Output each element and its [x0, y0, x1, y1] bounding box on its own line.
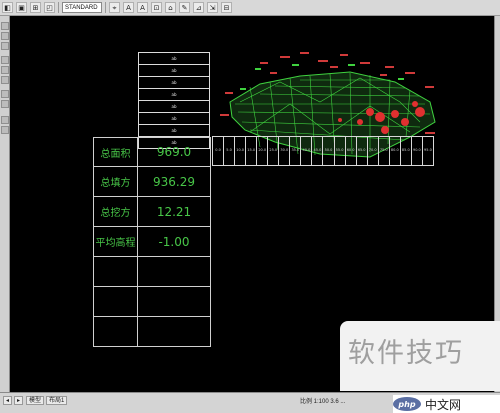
php-logo-icon: php — [393, 397, 421, 411]
station-cell: 10.0 — [235, 136, 247, 166]
dimension-icon[interactable]: ⊿ — [193, 2, 204, 13]
palette-button[interactable] — [1, 116, 9, 124]
palette-button[interactable] — [1, 42, 9, 50]
grid-cell: ab — [138, 64, 210, 76]
tab-scroll-right[interactable]: ▸ — [14, 396, 24, 405]
average-elevation-value: -1.00 — [137, 227, 211, 257]
station-cell: 50.0 — [323, 136, 335, 166]
tab-layout1[interactable]: 布局1 — [46, 396, 68, 405]
station-cell: 65.0 — [356, 136, 368, 166]
table-row: 总面积 969.0 — [93, 137, 211, 167]
station-cell: 25.0 — [268, 136, 280, 166]
empty-cell — [93, 257, 137, 287]
block-icon[interactable]: ⊡ — [151, 2, 162, 13]
total-fill-value: 936.29 — [137, 167, 211, 197]
table-row: 平均高程 -1.00 — [93, 227, 211, 257]
toolbar-button-1[interactable]: ◧ — [2, 2, 13, 13]
total-cut-label: 总挖方 — [93, 197, 137, 227]
watermark-text: 软件技巧 — [348, 338, 464, 369]
empty-cell — [93, 287, 137, 317]
toolbar-separator — [58, 2, 59, 13]
palette-button[interactable] — [1, 66, 9, 74]
grid-cell: ab — [138, 124, 210, 136]
text-icon[interactable]: A — [123, 2, 134, 13]
station-cell: 5.0 — [224, 136, 236, 166]
tab-scroll-left[interactable]: ◂ — [3, 396, 13, 405]
station-cell: 75.0 — [378, 136, 390, 166]
station-cell: 55.0 — [334, 136, 346, 166]
station-cell: 85.0 — [400, 136, 412, 166]
home-icon[interactable]: ⌂ — [165, 2, 176, 13]
text-style-dropdown[interactable]: STANDARD — [62, 2, 102, 13]
palette-button[interactable] — [1, 22, 9, 30]
grid-cell: ab — [138, 100, 210, 112]
station-cell: 45.0 — [312, 136, 324, 166]
toolbar-button-4[interactable]: ◰ — [44, 2, 55, 13]
total-area-label: 总面积 — [93, 137, 137, 167]
empty-cell — [93, 317, 137, 347]
station-cell: 90.0 — [411, 136, 423, 166]
left-tool-palette — [0, 16, 10, 392]
empty-cell — [137, 257, 211, 287]
table-row — [93, 317, 211, 347]
site-badge: php 中文网 — [393, 395, 500, 413]
edit-icon[interactable]: ✎ — [179, 2, 190, 13]
coordinate-readout: 比例 1:100 3.6 ... — [300, 399, 346, 405]
mtext-icon[interactable]: A — [137, 2, 148, 13]
station-cell: 30.0 — [279, 136, 291, 166]
station-cell: 40.0 — [301, 136, 313, 166]
site-name: 中文网 — [425, 397, 462, 412]
table-row: 总填方 936.29 — [93, 167, 211, 197]
palette-button[interactable] — [1, 56, 9, 64]
total-cut-value: 12.21 — [137, 197, 211, 227]
grid-cell: ab — [138, 52, 210, 64]
empty-cell — [137, 317, 211, 347]
station-cell: 95.0 — [422, 136, 434, 166]
station-label-row: 0.0 5.0 10.0 15.0 20.0 25.0 30.0 35.0 40.0 45.0 50… — [212, 136, 434, 166]
station-cell: 35.0 — [290, 136, 302, 166]
station-cell: 70.0 — [367, 136, 379, 166]
layer-icon[interactable]: ⊟ — [221, 2, 232, 13]
toolbar-button-2[interactable]: ▣ — [16, 2, 27, 13]
station-cell: 15.0 — [246, 136, 258, 166]
table-row: 总挖方 12.21 — [93, 197, 211, 227]
total-fill-label: 总填方 — [93, 167, 137, 197]
palette-button[interactable] — [1, 76, 9, 84]
tab-model[interactable]: 模型 — [26, 396, 45, 405]
table-row — [93, 257, 211, 287]
scale-icon[interactable]: ⇲ — [207, 2, 218, 13]
watermark-panel: 软件技巧 — [340, 321, 500, 391]
grid-cell: ab — [138, 112, 210, 124]
grid-cell: ab — [138, 76, 210, 88]
palette-button[interactable] — [1, 90, 9, 98]
palette-button[interactable] — [1, 32, 9, 40]
average-elevation-label: 平均高程 — [93, 227, 137, 257]
table-row — [93, 287, 211, 317]
earthwork-summary-table: 总面积 969.0 总填方 936.29 总挖方 12.21 平均高程 -1.0… — [93, 137, 211, 347]
section-header-grid: ab ab ab ab ab ab ab ab — [138, 52, 210, 149]
station-cell: 60.0 — [345, 136, 357, 166]
toolbar-separator — [105, 2, 106, 13]
station-cell: 20.0 — [257, 136, 269, 166]
station-cell: 80.0 — [389, 136, 401, 166]
empty-cell — [137, 287, 211, 317]
toolbar-button-3[interactable]: ⊞ — [30, 2, 41, 13]
grid-cell: ab — [138, 88, 210, 100]
total-area-value: 969.0 — [137, 137, 211, 167]
top-toolbar: ◧ ▣ ⊞ ◰ STANDARD ⌖ A A ⊡ ⌂ ✎ ⊿ ⇲ ⊟ — [0, 0, 500, 16]
station-cell: 0.0 — [212, 136, 225, 166]
snap-icon[interactable]: ⌖ — [109, 2, 120, 13]
palette-button[interactable] — [1, 126, 9, 134]
palette-button[interactable] — [1, 100, 9, 108]
